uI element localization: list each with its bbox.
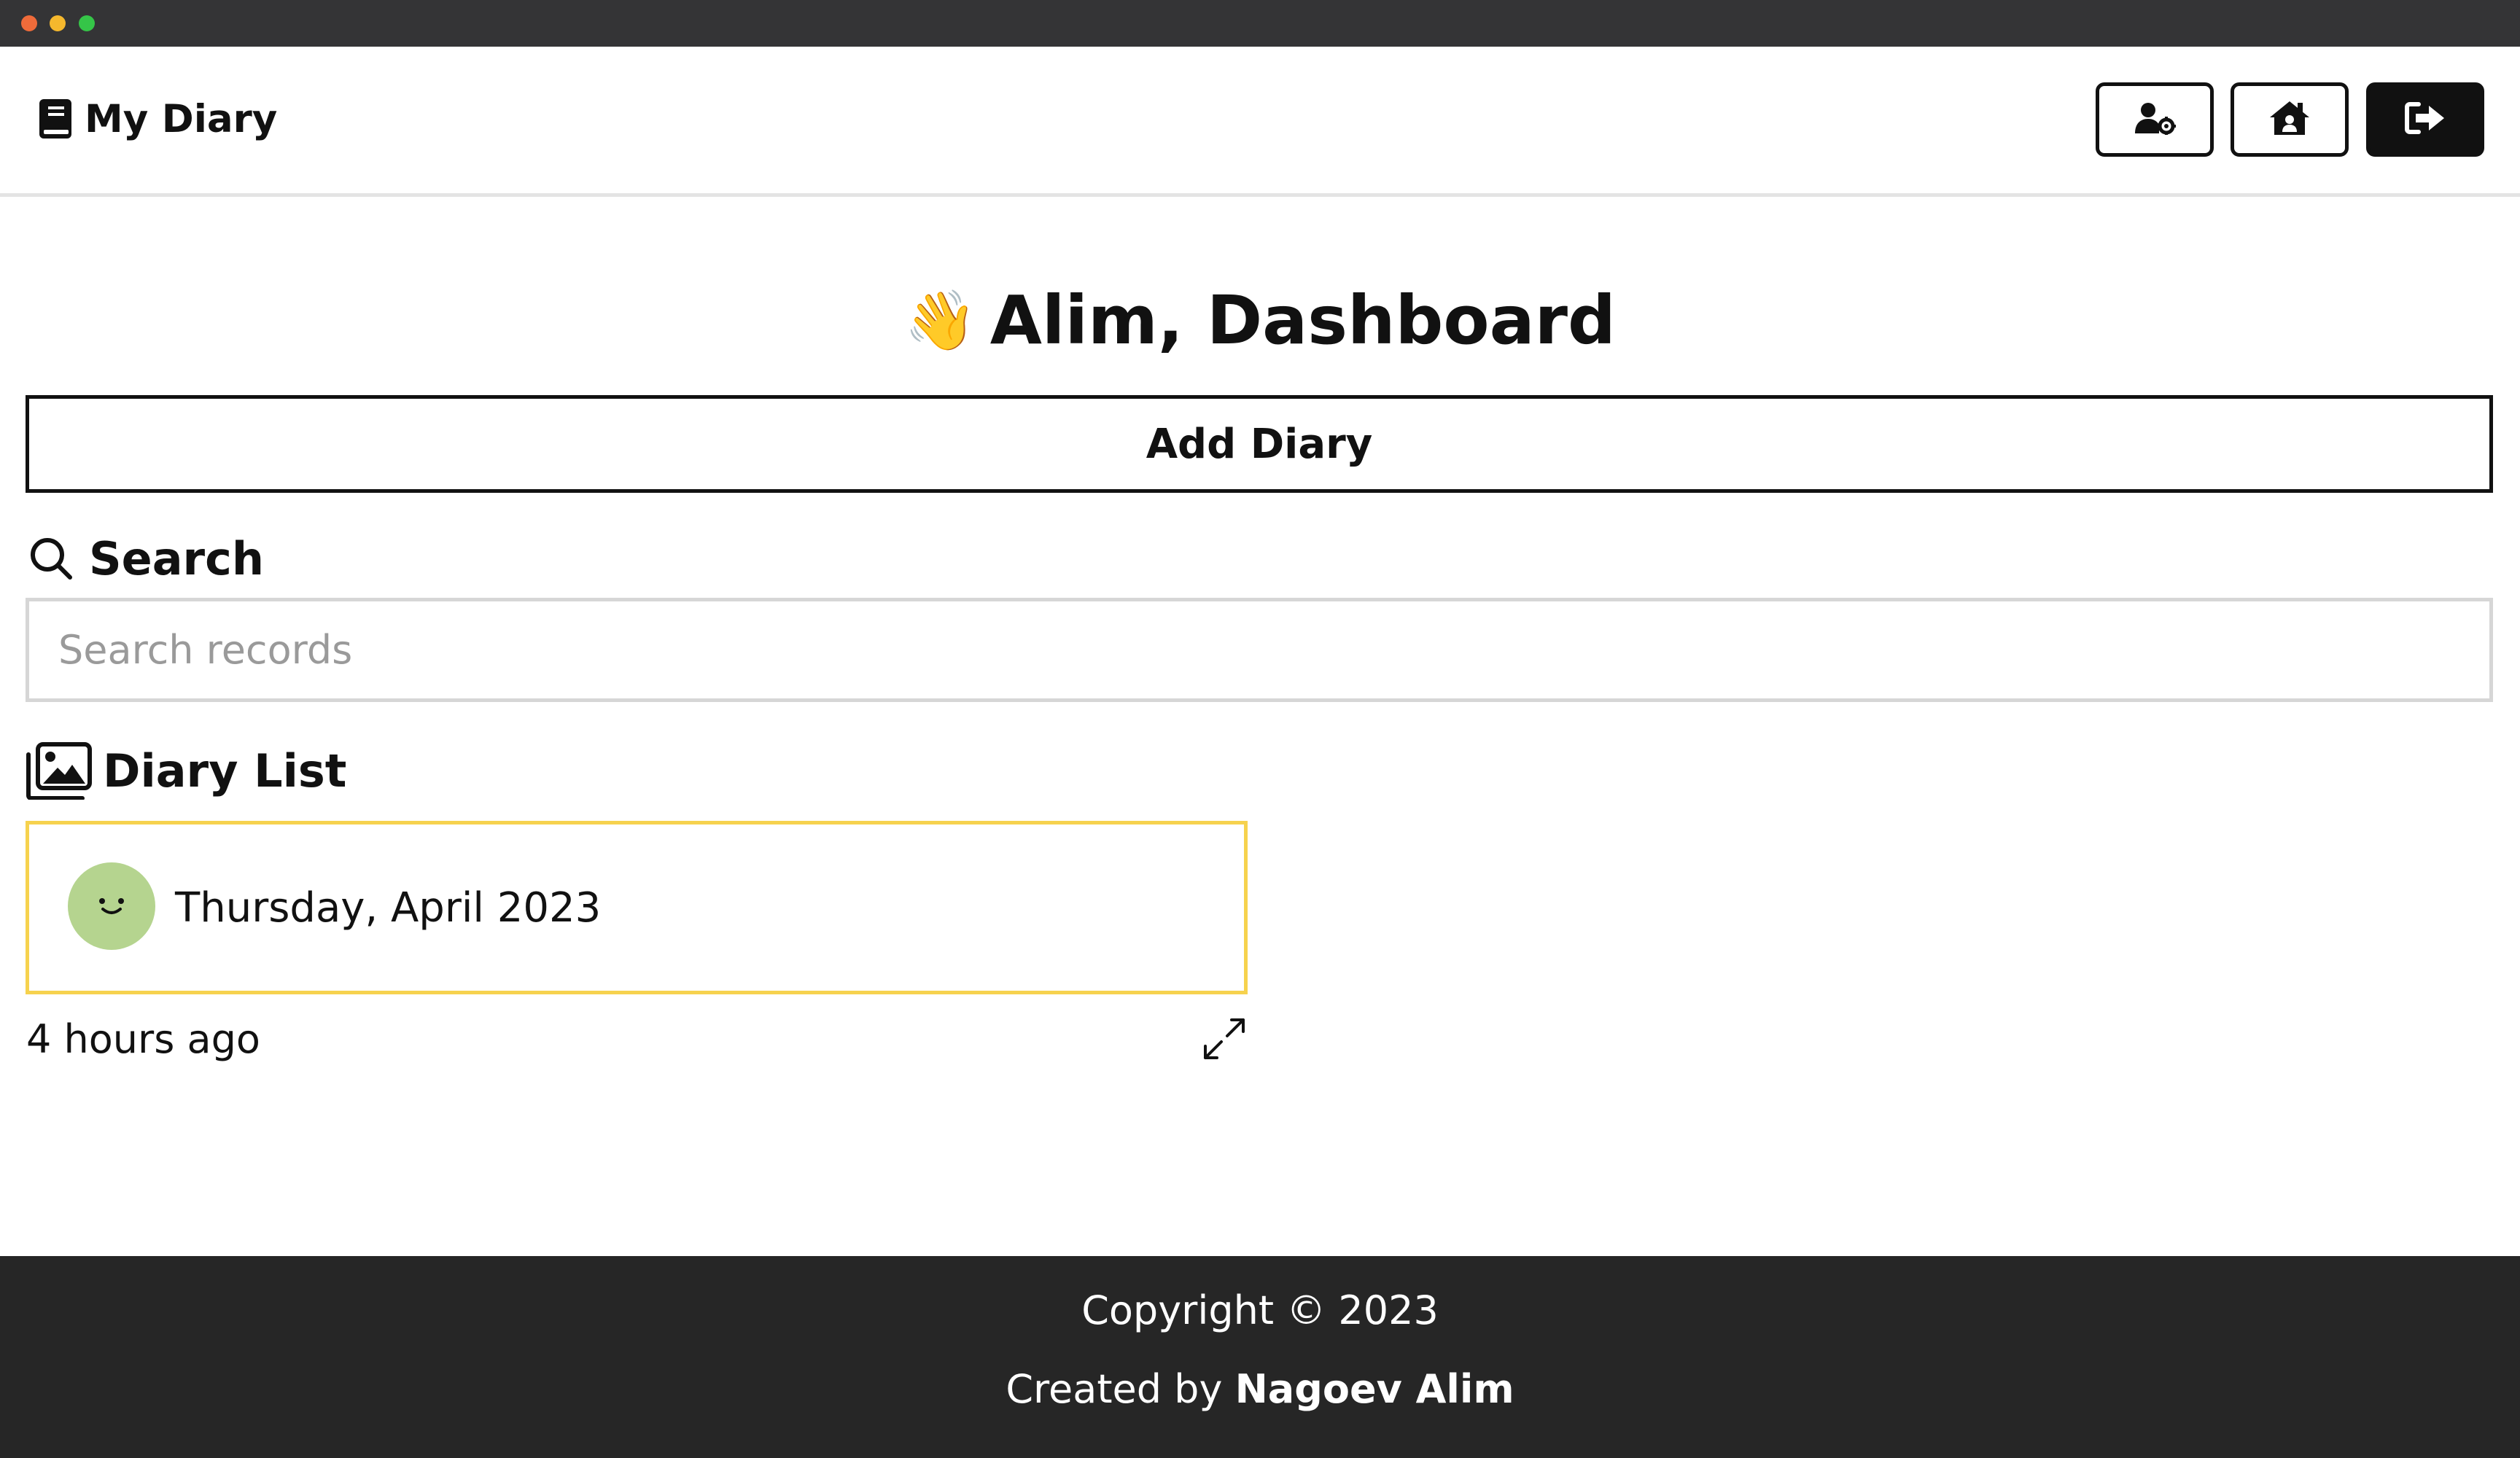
minimize-window-icon[interactable] <box>50 15 66 31</box>
footer-created-prefix: Created by <box>1006 1366 1235 1412</box>
page-title: 👋 Alim, Dashboard <box>0 281 2520 361</box>
search-heading-label: Search <box>89 531 265 585</box>
diary-card[interactable]: Thursday, April 2023 <box>26 821 1248 994</box>
search-heading: Search <box>28 529 264 588</box>
brand-title: My Diary <box>85 96 278 141</box>
diary-list-heading: Diary List <box>26 741 346 800</box>
home-button[interactable] <box>2231 82 2349 157</box>
search-icon <box>28 535 74 582</box>
diary-date: Thursday, April 2023 <box>175 884 602 932</box>
page-footer: Copyright © 2023 Created by Nagoev Alim <box>0 1256 2520 1458</box>
top-navbar: My Diary <box>0 47 2520 197</box>
smiley-face-icon <box>68 862 155 950</box>
sign-out-icon <box>2404 101 2446 138</box>
window-titlebar <box>0 0 2520 47</box>
user-gear-icon <box>2134 101 2176 138</box>
house-user-icon <box>2268 100 2311 139</box>
diary-list-heading-label: Diary List <box>103 744 347 798</box>
brand-link[interactable]: My Diary <box>36 95 277 142</box>
maximize-window-icon[interactable] <box>79 15 95 31</box>
close-window-icon[interactable] <box>21 15 37 31</box>
expand-icon[interactable] <box>1199 1013 1250 1064</box>
waving-hand-icon: 👋 <box>904 286 977 354</box>
footer-credits: Created by Nagoev Alim <box>0 1364 2520 1415</box>
search-input[interactable] <box>26 598 2493 702</box>
book-icon <box>36 97 74 141</box>
images-icon <box>26 741 93 800</box>
dashboard-title-text: Alim, Dashboard <box>989 281 1616 359</box>
diary-time-ago: 4 hours ago <box>26 1016 260 1062</box>
logout-button[interactable] <box>2366 82 2484 157</box>
profile-settings-button[interactable] <box>2096 82 2214 157</box>
footer-copyright: Copyright © 2023 <box>1081 1287 1439 1333</box>
footer-author: Nagoev Alim <box>1234 1366 1514 1412</box>
add-diary-button[interactable]: Add Diary <box>26 395 2493 493</box>
